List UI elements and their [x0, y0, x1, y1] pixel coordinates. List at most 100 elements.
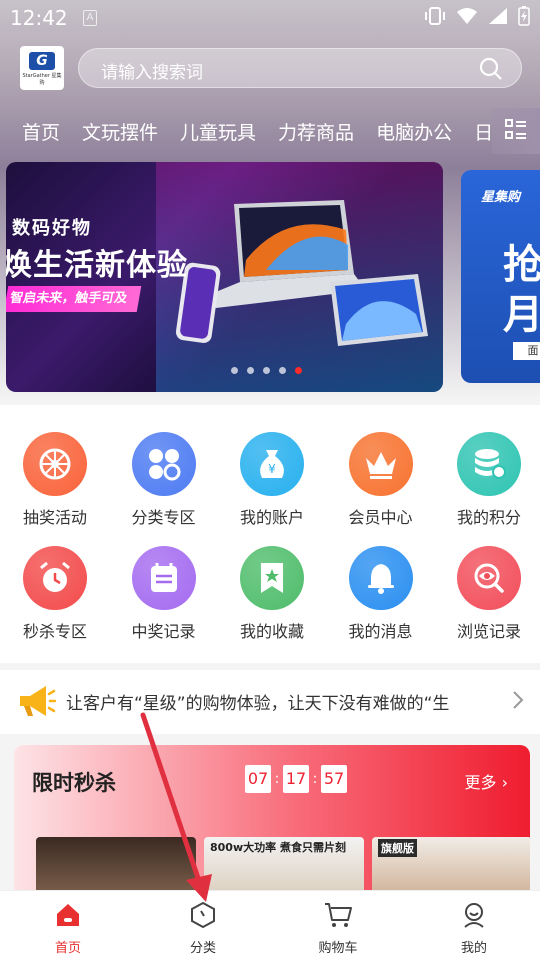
quick-entry-item[interactable]: 秒杀专区	[1, 546, 109, 642]
countdown-timer: 07 : 17 : 57	[245, 765, 347, 793]
crown-icon	[365, 452, 396, 479]
category-tab[interactable]: 文玩摆件	[82, 118, 158, 145]
tab-category[interactable]: 分类	[163, 901, 243, 956]
tab-home[interactable]: 首页	[28, 901, 108, 956]
quick-entry-label: 我的账户	[239, 508, 304, 527]
banner-dot[interactable]	[295, 367, 302, 374]
category-tab[interactable]: 日	[474, 118, 493, 145]
chevron-right-icon[interactable]	[512, 690, 524, 710]
quick-entry-label: 分类专区	[131, 508, 196, 527]
quick-entry-icon-circle	[131, 546, 196, 610]
category-tab[interactable]: 力荐商品	[278, 118, 354, 145]
chevron-right-icon: ›	[501, 773, 508, 792]
banner-dot[interactable]	[247, 367, 254, 374]
alarm-clock-icon	[40, 561, 70, 592]
search-bar[interactable]: 请输入搜索词	[78, 48, 522, 88]
megaphone-icon	[20, 686, 56, 716]
quick-entry-icon-circle	[457, 546, 521, 610]
search-placeholder: 请输入搜索词	[101, 63, 203, 83]
banner-title: 数码好物	[12, 218, 92, 239]
notice-text: 让客户有“星级”的购物体验，让天下没有难做的“生	[66, 694, 450, 714]
quick-entry-label: 秒杀专区	[22, 622, 87, 641]
quick-entry-label: 浏览记录	[456, 622, 521, 641]
banner-dot[interactable]	[279, 367, 286, 374]
quick-entry-label: 我的积分	[456, 508, 521, 527]
wheel-icon	[39, 448, 71, 480]
banner-dot[interactable]	[263, 367, 270, 374]
cell-signal-icon	[489, 8, 507, 24]
bookmark-star-icon	[261, 563, 283, 593]
flash-sale-title: 限时秒杀	[32, 771, 116, 795]
quick-entry-item[interactable]: 分类专区	[110, 432, 218, 528]
quick-entry-icon-circle	[348, 432, 413, 496]
tab-label: 我的	[460, 941, 487, 956]
countdown-separator: :	[274, 771, 280, 787]
status-bar: 12:42 A	[0, 0, 540, 36]
svg-text:¥: ¥	[268, 462, 276, 476]
next-banner-pill: 面	[513, 342, 540, 360]
next-banner-brand: 星集购	[481, 190, 521, 205]
home-icon	[57, 904, 79, 926]
quick-entry-grid: 抽奖活动 分类专区 ¥ 我的账户 会员中心 我的积分秒杀专区 中奖记录 我的收藏 我的消息 浏览记…	[0, 405, 540, 663]
tab-label: 购物车	[318, 941, 358, 956]
vibrate-icon	[425, 7, 445, 25]
wifi-icon	[457, 8, 477, 24]
tab-cart[interactable]: 购物车	[298, 901, 378, 956]
quick-entry-icon-circle	[131, 432, 196, 496]
bottom-tab-bar: 首页 分类 购物车 我的	[0, 890, 540, 960]
quick-entry-item[interactable]: 抽奖活动	[1, 432, 109, 528]
quick-entry-item[interactable]: 我的消息	[327, 546, 435, 642]
category-hex-icon	[191, 901, 215, 929]
status-time: 12:42	[10, 6, 68, 30]
category-tab[interactable]: 首页	[22, 118, 60, 145]
cart-icon	[325, 903, 352, 927]
countdown-separator: :	[312, 771, 318, 787]
brand-logo[interactable]: G StarGather 星集购	[20, 46, 64, 90]
search-icon[interactable]	[479, 57, 503, 81]
promo-banner[interactable]: 数码好物 焕生活新体验 智启未来，触手可及	[6, 162, 443, 392]
product-caption: 旗舰版	[378, 839, 417, 857]
quick-entry-item[interactable]: 中奖记录	[110, 546, 218, 642]
quick-entry-item[interactable]: 我的收藏	[218, 546, 326, 642]
tab-profile[interactable]: 我的	[434, 901, 514, 956]
quick-entry-item[interactable]: 我的积分	[435, 432, 540, 528]
quick-entry-icon-circle	[457, 432, 521, 496]
logo-mark: G	[29, 52, 55, 70]
bell-icon	[367, 564, 394, 594]
quick-entry-item[interactable]: 浏览记录	[435, 546, 540, 642]
countdown-minutes: 17	[283, 765, 309, 793]
quick-entry-label: 抽奖活动	[22, 508, 87, 527]
next-banner-peek[interactable]: 星集购 抢 月 面	[461, 170, 540, 383]
notice-bar[interactable]: 让客户有“星级”的购物体验，让天下没有难做的“生	[0, 670, 540, 734]
quick-entry-icon-circle	[240, 546, 304, 610]
quick-entry-label: 我的消息	[348, 622, 413, 641]
status-a-indicator: A	[83, 10, 97, 26]
category-tab[interactable]: 电脑办公	[376, 118, 452, 145]
quick-entry-label: 中奖记录	[131, 622, 196, 641]
logo-subtext: StarGather 星集购	[22, 73, 62, 86]
list-menu-icon	[505, 119, 526, 139]
quick-entry-icon-circle	[348, 546, 413, 610]
quick-entry-label: 会员中心	[348, 508, 413, 527]
category-tab[interactable]: 儿童玩具	[180, 118, 256, 145]
category-icon	[148, 449, 180, 481]
banner-tagline: 智启未来，触手可及	[6, 286, 142, 312]
battery-icon	[518, 6, 530, 26]
quick-entry-item[interactable]: 会员中心	[327, 432, 435, 528]
quick-entry-icon-circle: ¥	[240, 432, 304, 496]
next-banner-headline: 抢 月	[503, 242, 540, 338]
countdown-hours: 07	[245, 765, 271, 793]
category-menu-button[interactable]	[492, 108, 540, 154]
flash-sale-more-link[interactable]: 更多 ›	[464, 769, 508, 793]
category-nav: 首页 文玩摆件 儿童玩具 力荐商品 电脑办公 日	[0, 108, 540, 154]
money-bag-icon: ¥	[260, 450, 284, 478]
flash-sale-section: 限时秒杀 07 : 17 : 57 更多 › 800w大功率 煮食只需片刻 旗舰…	[14, 745, 530, 905]
quick-entry-item[interactable]: ¥ 我的账户	[218, 432, 326, 528]
status-icons	[424, 6, 530, 26]
banner-dot[interactable]	[231, 367, 238, 374]
calendar-icon	[150, 563, 177, 592]
banner-pagination	[231, 367, 302, 374]
quick-entry-icon-circle	[23, 546, 87, 610]
profile-icon	[464, 903, 484, 928]
tablet-image	[330, 274, 428, 346]
